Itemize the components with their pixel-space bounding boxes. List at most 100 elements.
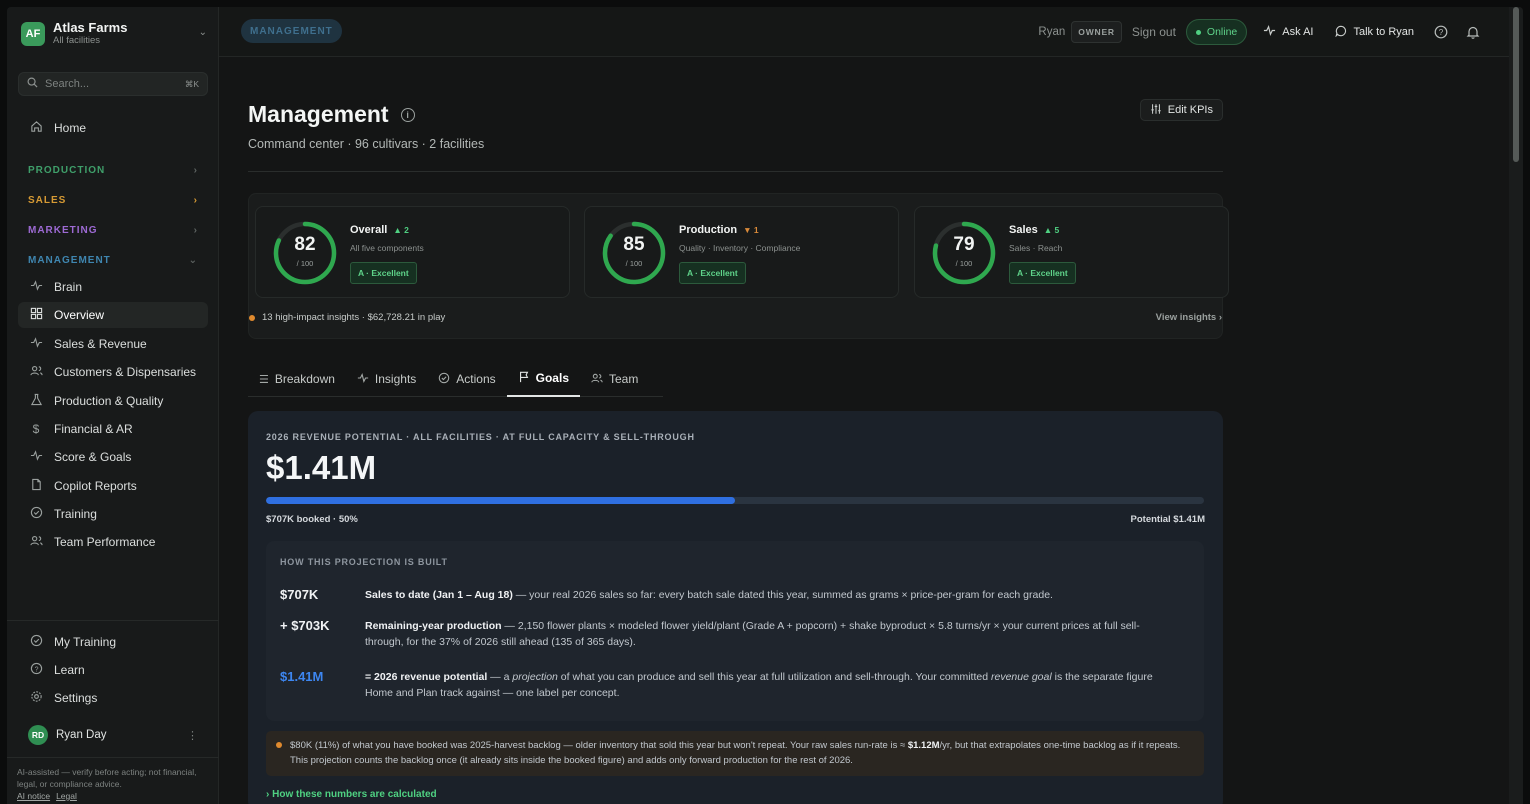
projection-row: $707K Sales to date (Jan 1 – Aug 18) — y… (280, 587, 1180, 603)
legal-link[interactable]: Legal (56, 791, 77, 801)
tab-insights[interactable]: Insights (346, 361, 427, 397)
sidebar-item-sales-revenue[interactable]: Sales & Revenue (18, 331, 208, 357)
tab-team[interactable]: Team (580, 361, 649, 397)
kpi-card-overall[interactable]: 82 / 100 Overall ▲ 2 All five components … (255, 206, 570, 298)
sidebar-item-learn[interactable]: ? Learn (18, 657, 208, 683)
kpi-card-production[interactable]: 85 / 100 Production ▼ 1 Quality · Invento… (584, 206, 899, 298)
flag-icon (518, 371, 530, 386)
sidebar-item-home[interactable]: Home (18, 115, 208, 141)
app-window: AF Atlas Farms All facilities ⌄ ⌘K Home … (7, 7, 1523, 804)
tab-breakdown[interactable]: ☰ Breakdown (248, 361, 346, 397)
sidebar-item-customers[interactable]: Customers & Dispensaries (18, 359, 208, 385)
sidebar-item-settings[interactable]: Settings (18, 685, 208, 711)
sidebar-item-financial[interactable]: $ Financial & AR (18, 416, 208, 442)
score-value: 82 (294, 234, 316, 255)
sidebar-item-team-performance[interactable]: Team Performance (18, 529, 208, 555)
alert-dot-icon (249, 314, 255, 321)
kpi-subtitle: Sales · Reach (1009, 243, 1063, 253)
sidebar-item-production-quality[interactable]: Production & Quality (18, 388, 208, 414)
ai-notice-link[interactable]: AI notice (17, 791, 50, 801)
search-box[interactable]: ⌘K (18, 72, 208, 96)
bell-icon[interactable] (1462, 21, 1484, 43)
section-sales[interactable]: SALES › (28, 195, 198, 206)
section-production[interactable]: PRODUCTION › (28, 165, 198, 176)
edit-kpis-label: Edit KPIs (1167, 104, 1213, 116)
current-user: Ryan (1038, 26, 1066, 38)
ask-ai-button[interactable]: Ask AI (1257, 24, 1319, 40)
chevron-right-icon: › (193, 195, 198, 206)
page-title: Management (248, 101, 389, 127)
ask-ai-label: Ask AI (1282, 26, 1314, 38)
sidebar-item-label: Production & Quality (54, 394, 164, 408)
section-label: MANAGEMENT (28, 255, 111, 266)
svg-text:?: ? (1439, 28, 1444, 37)
sidebar-item-label: Copilot Reports (54, 479, 137, 493)
divider (248, 171, 1223, 172)
tab-goals[interactable]: Goals (506, 361, 580, 397)
sidebar-item-score-goals[interactable]: Score & Goals (18, 444, 208, 470)
ai-disclaimer: AI-assisted — verify before acting; not … (17, 766, 212, 802)
kpi-subtitle: All five components (350, 243, 424, 253)
chevron-down-icon: ⌄ (198, 27, 207, 38)
tab-actions[interactable]: Actions (427, 361, 506, 397)
grade-badge: A · Excellent (1009, 262, 1076, 284)
help-circle-icon: ? (28, 662, 44, 678)
edit-kpis-button[interactable]: Edit KPIs (1139, 99, 1223, 121)
sidebar-item-training[interactable]: Training (18, 501, 208, 527)
help-circle-icon[interactable]: ? (1430, 21, 1452, 43)
org-switcher[interactable]: AF Atlas Farms All facilities ⌄ (21, 21, 207, 47)
tab-label: Team (609, 372, 639, 386)
scrollbar[interactable] (1509, 7, 1523, 804)
projection-detail: — a (487, 671, 513, 683)
gear-icon (28, 690, 44, 706)
kpi-title: Overall (350, 224, 388, 236)
sidebar-item-copilot-reports[interactable]: Copilot Reports (18, 473, 208, 499)
section-label: MARKETING (28, 225, 98, 236)
score-gauge: 85 / 100 (601, 220, 667, 286)
sidebar-item-label: Training (54, 507, 97, 521)
tab-bar: ☰ Breakdown Insights Actions Goals Team (248, 361, 663, 397)
sidebar-item-brain[interactable]: Brain (18, 274, 208, 300)
projection-breakdown: HOW THIS PROJECTION IS BUILT $707K Sales… (266, 541, 1204, 721)
sidebar-item-label: Settings (54, 691, 98, 705)
potential-label: Potential $1.41M (1130, 514, 1205, 525)
sidebar-item-overview[interactable]: Overview (18, 302, 208, 328)
calculation-details-link[interactable]: › How these numbers are calculated (266, 789, 437, 800)
section-marketing[interactable]: MARKETING › (28, 225, 198, 236)
disclaimer-text: AI-assisted — verify before acting; not … (17, 767, 197, 789)
check-circle-icon (28, 634, 44, 650)
note-text: $80K (11%) of what you have booked was 2… (290, 740, 908, 751)
view-insights-link[interactable]: View insights › (1156, 312, 1222, 323)
sign-out-link[interactable]: Sign out (1132, 25, 1176, 39)
projection-heading: HOW THIS PROJECTION IS BUILT (280, 557, 448, 567)
breadcrumb[interactable]: MANAGEMENT (241, 19, 342, 43)
sliders-icon: ☰ (259, 373, 269, 386)
sidebar-item-label: Customers & Dispensaries (54, 365, 197, 379)
booked-progress-fill (266, 497, 735, 504)
sidebar-item-my-training[interactable]: My Training (18, 629, 208, 655)
sidebar-item-label: My Training (54, 635, 117, 649)
section-label: PRODUCTION (28, 165, 106, 176)
scroll-thumb[interactable] (1513, 7, 1519, 162)
users-icon (28, 534, 44, 550)
section-management[interactable]: MANAGEMENT ⌄ (28, 255, 198, 266)
projection-row: + $703K Remaining-year production — 2,15… (280, 618, 1180, 650)
booked-progress-bar (266, 497, 1204, 504)
score-denominator: / 100 (296, 259, 314, 268)
activity-icon (1263, 24, 1276, 40)
projection-detail: — your real 2026 sales so far: every bat… (512, 589, 1053, 601)
sidebar-item-label: Learn (54, 663, 85, 677)
info-icon[interactable]: i (400, 107, 415, 122)
talk-button[interactable]: Talk to Ryan (1329, 25, 1420, 40)
chevron-right-icon: › (193, 225, 198, 236)
activity-icon (28, 279, 44, 295)
search-input[interactable] (45, 78, 175, 90)
projection-amount: $1.41M (280, 669, 324, 684)
more-vertical-icon[interactable]: ⋮ (187, 729, 198, 742)
check-circle-icon (438, 372, 450, 387)
kpi-delta: ▲ 5 (1043, 225, 1060, 235)
section-label: SALES (28, 195, 67, 206)
user-menu[interactable]: RD Ryan Day ⋮ (28, 725, 198, 745)
home-icon (28, 120, 44, 136)
kpi-card-sales[interactable]: 79 / 100 Sales ▲ 5 Sales · Reach A · Exce… (914, 206, 1229, 298)
